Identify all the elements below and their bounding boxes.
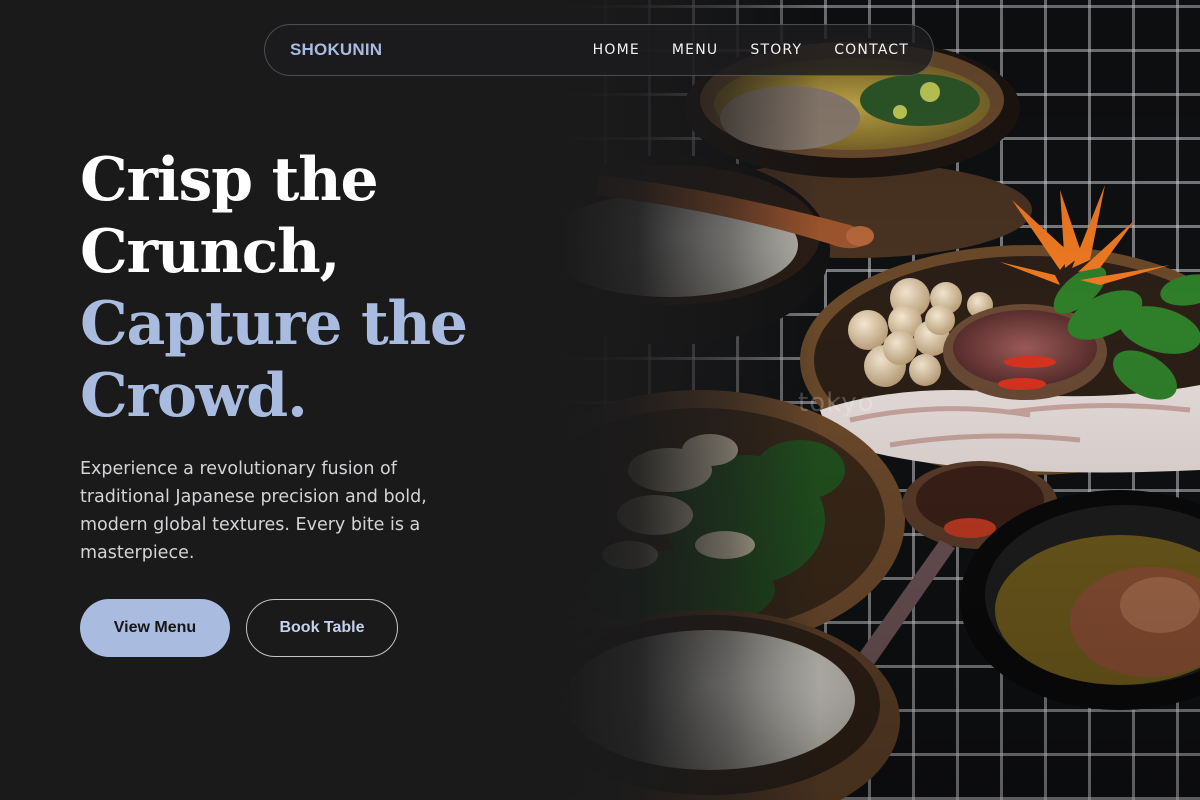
top-navigation: SHOKUNIN HOME MENU STORY CONTACT xyxy=(264,24,934,76)
hero-headline: Crisp the Crunch, Capture the Crowd. xyxy=(80,144,468,432)
image-fade-overlay xyxy=(560,0,820,800)
hero-food-image: tokyo xyxy=(560,0,1200,800)
nav-link-story[interactable]: STORY xyxy=(750,42,802,58)
brand-logo[interactable]: SHOKUNIN xyxy=(290,40,382,60)
headline-line-2: Crunch, xyxy=(80,217,340,287)
book-table-button[interactable]: Book Table xyxy=(246,599,398,657)
view-menu-button[interactable]: View Menu xyxy=(80,599,230,657)
image-watermark: tokyo xyxy=(798,388,875,418)
nav-links: HOME MENU STORY CONTACT xyxy=(593,42,909,58)
hero-description: Experience a revolutionary fusion of tra… xyxy=(80,459,427,563)
headline-line-3: Capture the xyxy=(80,289,468,359)
headline-line-1: Crisp the xyxy=(80,145,379,215)
nav-link-menu[interactable]: MENU xyxy=(672,42,718,58)
nav-link-home[interactable]: HOME xyxy=(593,42,640,58)
nav-link-contact[interactable]: CONTACT xyxy=(834,42,909,58)
headline-line-4: Crowd. xyxy=(80,361,308,431)
